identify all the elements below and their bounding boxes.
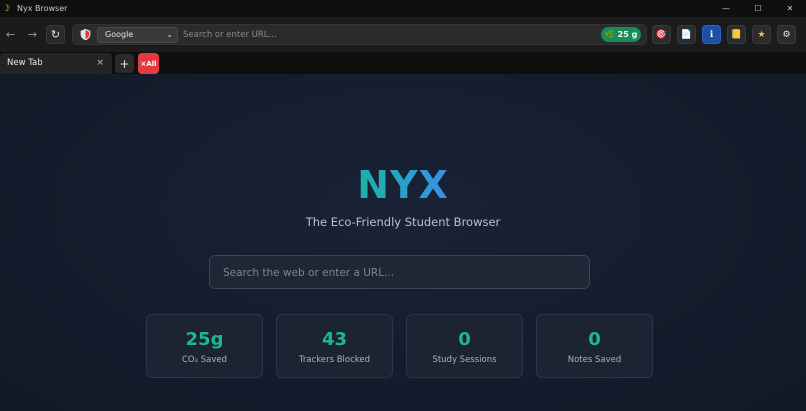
co2-badge[interactable]: 🌿 25 g (601, 27, 641, 42)
browser-toolbar: ← → ↻ Google ⌄ 🌿 25 g 🎯 📄 ℹ 📒 ★ ⚙ (0, 17, 806, 52)
stat-value: 0 (458, 329, 471, 350)
moon-logo-icon: ☽ (2, 3, 11, 14)
search-engine-select[interactable]: Google ⌄ (97, 27, 178, 43)
title-bar: ☽ Nyx Browser — ☐ ✕ (0, 0, 806, 17)
tab-bar: New Tab × + ×All (0, 52, 806, 74)
focus-target-button[interactable]: 🎯 (652, 25, 671, 44)
address-bar: Google ⌄ 🌿 25 g (72, 24, 647, 45)
new-tab-button[interactable]: + (115, 54, 134, 73)
new-tab-page: NYX The Eco-Friendly Student Browser 25g… (0, 74, 806, 411)
stat-label: Notes Saved (567, 355, 622, 365)
stat-value: 0 (588, 329, 601, 350)
stat-card-notes: 0 Notes Saved (536, 314, 653, 378)
logo-text: NYX (357, 163, 449, 207)
back-button[interactable]: ← (1, 25, 20, 44)
star-icon: ★ (757, 29, 766, 40)
stat-card-study-sessions: 0 Study Sessions (406, 314, 523, 378)
tagline: The Eco-Friendly Student Browser (305, 215, 501, 229)
search-engine-value: Google (105, 30, 134, 39)
home-search-input[interactable] (223, 265, 573, 281)
nyx-logo: NYX (0, 163, 806, 207)
info-button[interactable]: ℹ (702, 25, 721, 44)
stat-value: 25g (185, 329, 224, 350)
stat-card-trackers: 43 Trackers Blocked (276, 314, 393, 378)
stat-label: Trackers Blocked (298, 355, 371, 365)
tab-new-tab[interactable]: New Tab × (0, 53, 112, 74)
close-all-tabs-button[interactable]: ×All (138, 53, 159, 74)
maximize-button[interactable]: ☐ (742, 0, 774, 17)
window-controls: — ☐ ✕ (710, 0, 806, 17)
forward-button[interactable]: → (23, 25, 42, 44)
toolbar-tools: 🎯 📄 ℹ 📒 ★ ⚙ (652, 25, 796, 44)
stat-card-co2: 25g CO₂ Saved (146, 314, 263, 378)
notes-button[interactable]: 📄 (677, 25, 696, 44)
book-icon: 📒 (730, 29, 743, 40)
stat-label: CO₂ Saved (182, 355, 227, 365)
minimize-button[interactable]: — (710, 0, 742, 17)
bookmark-button[interactable]: ★ (752, 25, 771, 44)
stats-row: 25g CO₂ Saved 43 Trackers Blocked 0 Stud… (146, 314, 653, 378)
url-input[interactable] (183, 28, 563, 42)
settings-button[interactable]: ⚙ (777, 25, 796, 44)
refresh-button[interactable]: ↻ (46, 25, 65, 44)
notes-icon: 📄 (680, 29, 693, 40)
window-title: Nyx Browser (17, 4, 68, 13)
info-icon: ℹ (709, 29, 714, 40)
stat-label: Study Sessions (432, 355, 497, 365)
shield-icon[interactable] (79, 28, 92, 41)
book-button[interactable]: 📒 (727, 25, 746, 44)
co2-badge-value: 25 g (617, 30, 638, 39)
home-search-box[interactable] (209, 255, 590, 289)
close-window-button[interactable]: ✕ (774, 0, 806, 17)
chevron-down-icon: ⌄ (166, 30, 173, 39)
leaf-icon: 🌿 (604, 30, 615, 39)
focus-target-icon: 🎯 (655, 29, 668, 40)
tab-label: New Tab (7, 58, 43, 68)
gear-icon: ⚙ (782, 29, 791, 40)
stat-value: 43 (321, 329, 348, 350)
close-icon[interactable]: × (96, 58, 104, 68)
